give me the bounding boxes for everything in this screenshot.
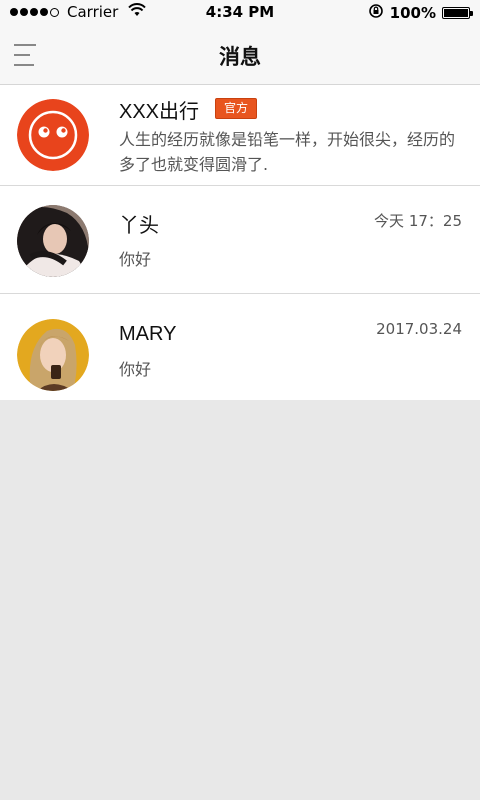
avatar-photo-woman-dark [17, 205, 89, 277]
official-badge: 官方 [215, 98, 258, 119]
message-preview: 你好 [119, 360, 152, 379]
nav-bar: 消息 [0, 26, 480, 85]
contact-name: MARY [119, 323, 177, 345]
message-row-yatou[interactable]: 丫头 今天 17：25 你好 [0, 186, 480, 294]
contact-name: 丫头 [119, 215, 159, 237]
status-right: 100% [368, 3, 473, 23]
message-list: XXX出行 官方 人生的经历就像是铅笔一样，开始很尖，经历的多了也就变得圆滑了. [0, 85, 480, 400]
status-bar: Carrier 4:34 PM 100% [0, 0, 480, 26]
orientation-lock-icon [368, 3, 384, 23]
message-row-official[interactable]: XXX出行 官方 人生的经历就像是铅笔一样，开始很尖，经历的多了也就变得圆滑了. [0, 85, 480, 186]
message-preview: 你好 [119, 250, 152, 269]
message-time: 2017.03.24 [376, 320, 462, 338]
message-time: 今天 17：25 [374, 212, 462, 230]
empty-list-area [0, 400, 480, 800]
battery-percent: 100% [389, 4, 436, 22]
message-preview: 人生的经历就像是铅笔一样，开始很尖，经历的多了也就变得圆滑了. [119, 130, 456, 174]
avatar-photo-woman-blonde [17, 319, 89, 391]
avatar-official-logo [17, 99, 89, 171]
contact-name: XXX出行 [119, 101, 200, 123]
message-row-mary[interactable]: MARY 2017.03.24 你好 [0, 294, 480, 400]
battery-icon [442, 7, 473, 19]
page-title: 消息 [219, 45, 261, 69]
